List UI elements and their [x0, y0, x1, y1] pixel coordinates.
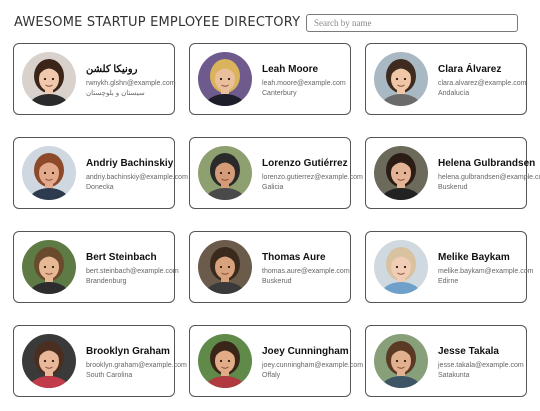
employee-email: andriy.bachinskiy@example.com — [86, 174, 188, 181]
avatar-photo-icon — [198, 334, 252, 388]
employee-email: melike.baykam@example.com — [438, 268, 534, 275]
avatar — [198, 334, 252, 388]
employee-info: Lorenzo Gutiérrez lorenzo.gutierrez@examp… — [262, 158, 372, 192]
employee-email: lorenzo.gutierrez@example.com — [262, 174, 363, 181]
employee-info: Thomas Aure thomas.aure@example.com Busker… — [262, 252, 372, 286]
employee-name: Andriy Bachinskiy — [86, 158, 174, 169]
employee-grid: رونیکا کلشن rwnykh.glshn@example.com سیستا… — [13, 43, 540, 397]
avatar — [374, 240, 428, 294]
employee-email: thomas.aure@example.com — [262, 268, 350, 275]
search-input[interactable] — [306, 14, 518, 32]
avatar-photo-icon — [198, 146, 252, 200]
employee-info: Brooklyn Graham brooklyn.graham@example.c… — [86, 346, 196, 380]
employee-card[interactable]: Brooklyn Graham brooklyn.graham@example.c… — [13, 325, 187, 397]
employee-directory-page: AWESOME STARTUP EMPLOYEE DIRECTORY رونیک… — [0, 0, 540, 411]
avatar-photo-icon — [22, 334, 76, 388]
employee-email: jesse.takala@example.com — [438, 362, 524, 369]
employee-name: Leah Moore — [262, 64, 319, 75]
header: AWESOME STARTUP EMPLOYEE DIRECTORY — [14, 12, 520, 34]
avatar-photo-icon — [374, 146, 428, 200]
employee-name: رونیکا کلشن — [86, 64, 138, 75]
avatar-photo-icon — [22, 52, 76, 106]
employee-email: brooklyn.graham@example.com — [86, 362, 187, 369]
employee-location: Canterbury — [262, 90, 297, 97]
employee-name: Lorenzo Gutiérrez — [262, 158, 348, 169]
avatar — [374, 146, 428, 200]
avatar — [374, 334, 428, 388]
employee-name: Clara Álvarez — [438, 64, 502, 75]
employee-card[interactable]: Melike Baykam melike.baykam@example.com Ed… — [365, 231, 533, 303]
employee-location: South Carolina — [86, 372, 133, 379]
avatar — [22, 146, 76, 200]
employee-name: Bert Steinbach — [86, 252, 157, 263]
avatar — [22, 52, 76, 106]
avatar-photo-icon — [198, 52, 252, 106]
employee-location: Buskerud — [262, 278, 292, 285]
employee-card[interactable]: رونیکا کلشن rwnykh.glshn@example.com سیستا… — [13, 43, 176, 115]
employee-card[interactable]: Thomas Aure thomas.aure@example.com Busker… — [189, 231, 351, 303]
employee-location: Galicia — [262, 184, 284, 191]
employee-name: Thomas Aure — [262, 252, 326, 263]
avatar — [198, 240, 252, 294]
employee-location: Buskerud — [438, 184, 468, 191]
employee-location: Brandenburg — [86, 278, 127, 285]
employee-card[interactable]: Lorenzo Gutiérrez lorenzo.gutierrez@examp… — [189, 137, 363, 209]
employee-location: Edirne — [438, 278, 459, 285]
employee-location: سیستان و بلوچستان — [86, 90, 145, 97]
employee-name: Joey Cunningham — [262, 346, 349, 357]
employee-card[interactable]: Andriy Bachinskiy andriy.bachinskiy@examp… — [13, 137, 188, 209]
employee-card[interactable]: Helena Gulbrandsen helena.gulbrandsen@exa… — [365, 137, 540, 209]
employee-info: Helena Gulbrandsen helena.gulbrandsen@exa… — [438, 158, 540, 192]
avatar — [374, 52, 428, 106]
employee-info: Andriy Bachinskiy andriy.bachinskiy@examp… — [86, 158, 196, 192]
employee-location: Offaly — [262, 372, 281, 379]
employee-name: Jesse Takala — [438, 346, 499, 357]
employee-info: Clara Álvarez clara.alvarez@example.com An… — [438, 64, 540, 98]
employee-card[interactable]: Jesse Takala jesse.takala@example.com Sata… — [365, 325, 527, 397]
employee-email: bert.steinbach@example.com — [86, 268, 179, 275]
employee-email: clara.alvarez@example.com — [438, 80, 527, 87]
avatar — [22, 240, 76, 294]
employee-info: Bert Steinbach bert.steinbach@example.com… — [86, 252, 196, 286]
employee-email: joey.cunningham@example.com — [262, 362, 364, 369]
employee-email: rwnykh.glshn@example.com — [86, 80, 176, 87]
avatar-photo-icon — [22, 240, 76, 294]
avatar-photo-icon — [374, 334, 428, 388]
avatar-photo-icon — [374, 240, 428, 294]
employee-info: Jesse Takala jesse.takala@example.com Sata… — [438, 346, 540, 380]
employee-info: رونیکا کلشن rwnykh.glshn@example.com سیستا… — [86, 64, 196, 98]
employee-card[interactable]: Joey Cunningham joey.cunningham@example.c… — [189, 325, 363, 397]
employee-location: Donecka — [86, 184, 114, 191]
employee-email: leah.moore@example.com — [262, 80, 346, 87]
employee-info: Joey Cunningham joey.cunningham@example.c… — [262, 346, 372, 380]
employee-card[interactable]: Leah Moore leah.moore@example.com Canterbu… — [189, 43, 351, 115]
employee-info: Melike Baykam melike.baykam@example.com Ed… — [438, 252, 540, 286]
employee-location: Andalucía — [438, 90, 470, 97]
employee-name: Melike Baykam — [438, 252, 510, 263]
avatar-photo-icon — [22, 146, 76, 200]
employee-location: Satakunta — [438, 372, 470, 379]
employee-email: helena.gulbrandsen@example.com — [438, 174, 540, 181]
employee-card[interactable]: Clara Álvarez clara.alvarez@example.com An… — [365, 43, 527, 115]
employee-info: Leah Moore leah.moore@example.com Canterbu… — [262, 64, 372, 98]
avatar — [198, 52, 252, 106]
avatar — [198, 146, 252, 200]
employee-name: Brooklyn Graham — [86, 346, 170, 357]
employee-name: Helena Gulbrandsen — [438, 158, 536, 169]
avatar — [22, 334, 76, 388]
avatar-photo-icon — [374, 52, 428, 106]
avatar-photo-icon — [198, 240, 252, 294]
page-title: AWESOME STARTUP EMPLOYEE DIRECTORY — [14, 15, 301, 30]
employee-card[interactable]: Bert Steinbach bert.steinbach@example.com… — [13, 231, 179, 303]
